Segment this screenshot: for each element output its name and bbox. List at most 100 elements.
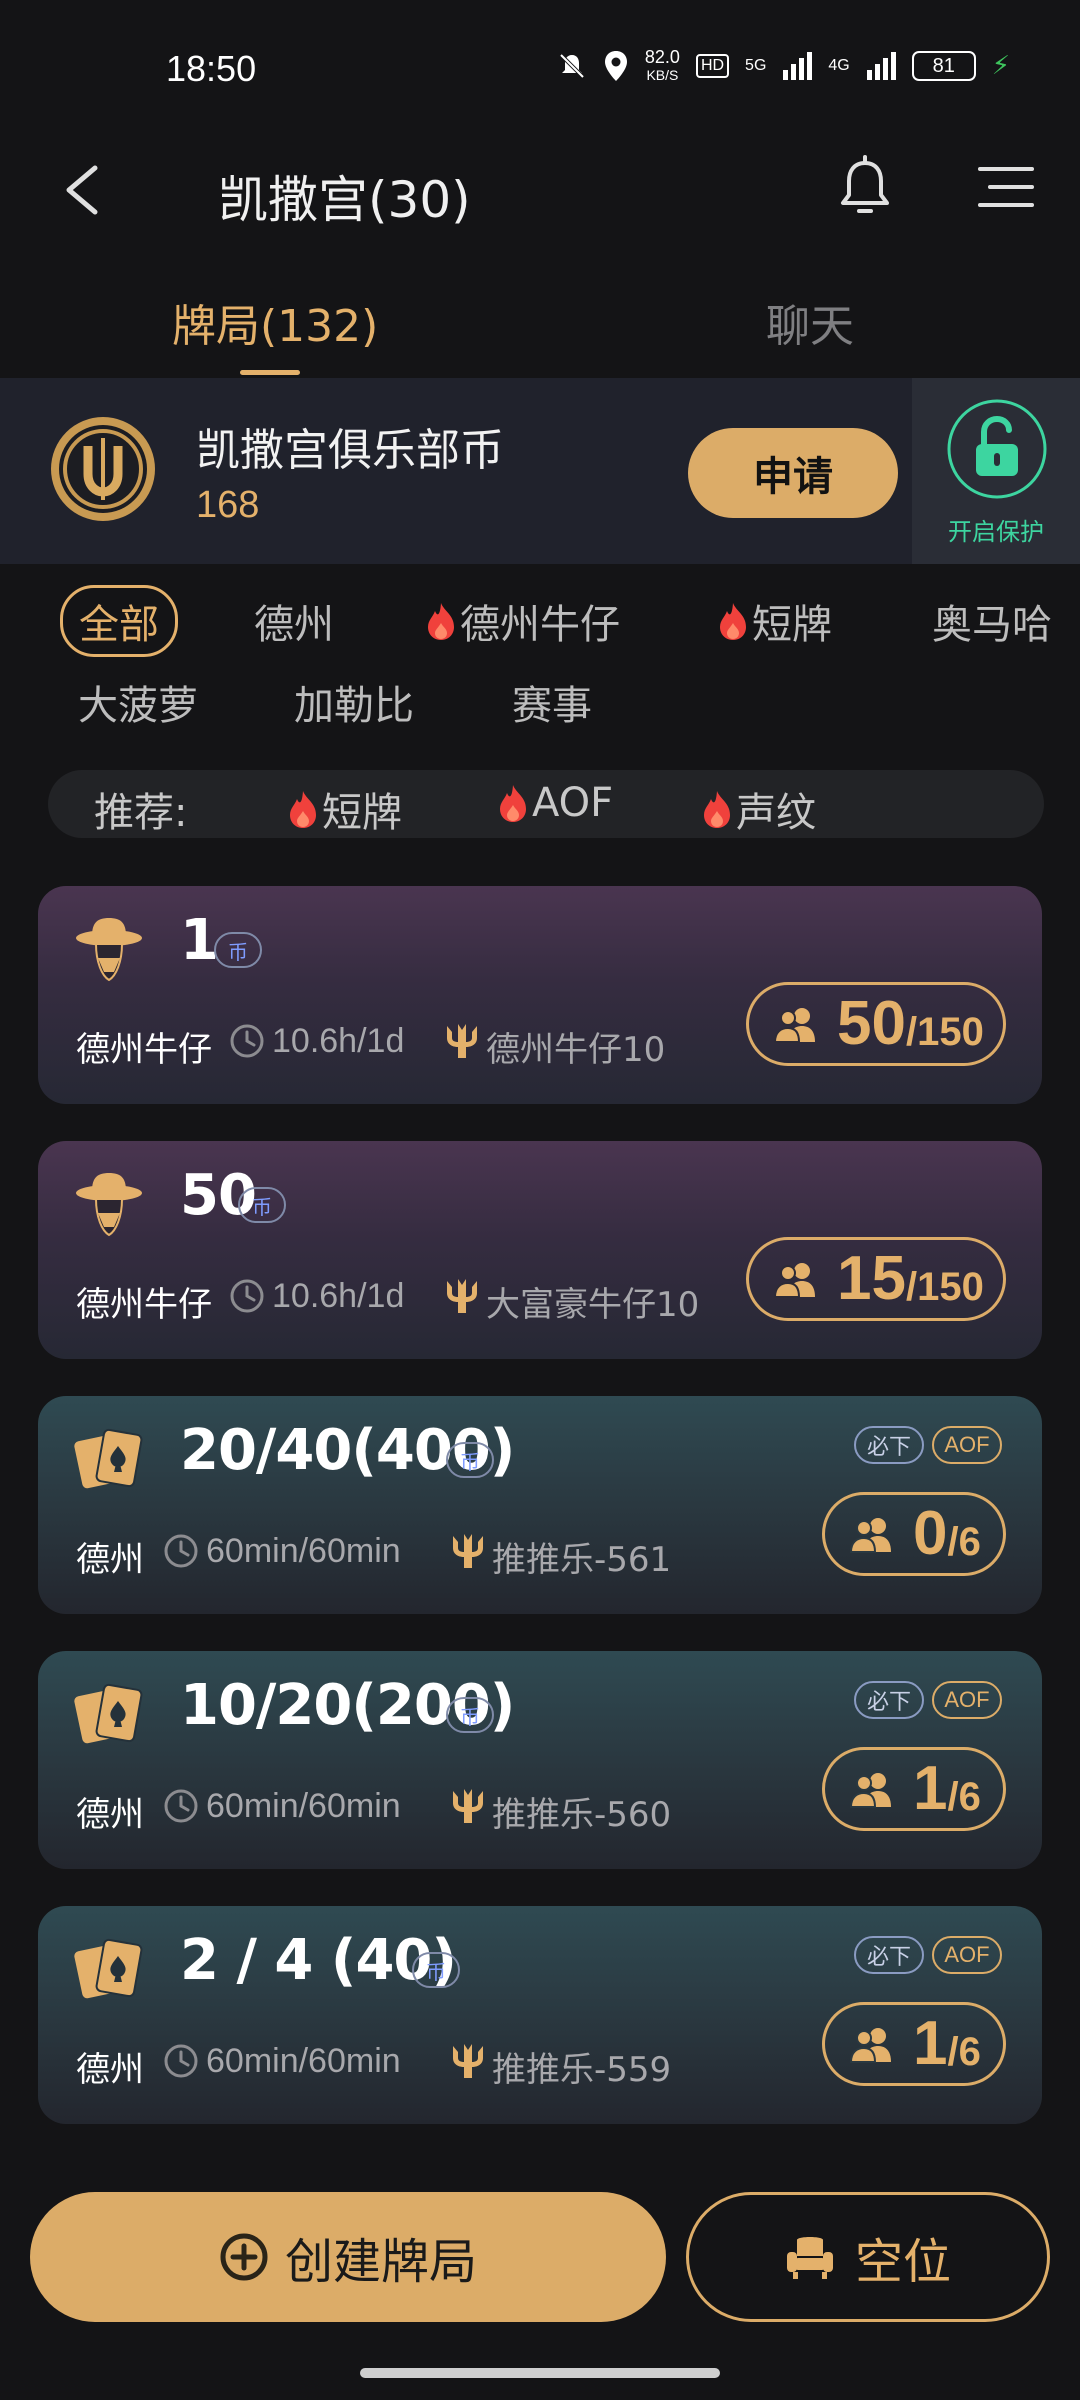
playing-cards-icon [74,1683,143,1744]
flame-icon [500,785,526,822]
flame-icon [428,603,454,640]
table-game-type: 德州 [76,1795,144,1835]
table-game-type: 德州 [76,1540,144,1580]
recommend-item[interactable]: 声纹 [700,780,816,838]
net-speed: 82.0 KB/S [645,48,680,84]
empty-seat-label: 空位 [854,2234,951,2290]
table-game-type: 德州牛仔 [76,1285,212,1325]
clock-icon [164,1534,198,1568]
filter-label: 大菠萝 [78,683,198,729]
mandatory-bet-badge: 必下 [854,1936,924,1974]
recommend-item[interactable]: 短牌 [286,780,402,838]
filter-all[interactable]: 全部 [60,585,178,657]
table-card[interactable]: 2 / 4 (40) 币 必下 AOF 德州 60min/60min 推推乐-5… [38,1906,1042,2124]
table-game-type: 德州 [76,2050,144,2090]
table-card[interactable]: 20/40(400) 币 必下 AOF 德州 60min/60min 推推乐-5… [38,1396,1042,1614]
network-5g: 5G [745,57,767,74]
player-count: 1 /6 [822,2002,1006,2086]
trident-icon [453,1789,483,1823]
tab-games[interactable]: 牌局(132) [172,290,378,354]
header: 凯撒宫(30) [0,130,1080,250]
player-count: 50 /150 [746,982,1006,1066]
players-seated: 15 [837,1244,906,1313]
table-duration: 10.6h/1d [272,1022,405,1060]
table-duration: 60min/60min [206,1532,401,1570]
clock-icon [164,2044,198,2078]
filter-label: 德州 [254,602,334,648]
page-title: 凯撒宫(30) [218,171,471,229]
recommend-item-label: 短牌 [322,790,402,836]
table-card[interactable]: 1 币 德州牛仔 10.6h/1d 德州牛仔10 50 /150 [38,886,1042,1104]
players-seated: 0 [913,1499,948,1568]
club-coin-bar: 凯撒宫俱乐部币 168 申请 开启保护 [0,378,1080,564]
create-game-button[interactable]: 创建牌局 [30,2192,666,2322]
net-speed-value: 82.0 [644,47,680,67]
net-speed-unit: KB/S [646,67,679,83]
clock-icon [230,1024,264,1058]
recommend-item[interactable]: AOF [496,780,613,826]
filter-omaha[interactable]: 奥马哈 [932,592,1052,650]
coin-tag: 币 [214,932,262,968]
filter-holdem[interactable]: 德州 [254,592,334,650]
club-coin-name: 凯撒宫俱乐部币 [196,425,504,476]
player-count: 1 /6 [822,1747,1006,1831]
players-max: /150 [905,1265,984,1309]
table-duration: 60min/60min [206,2042,401,2080]
menu-icon[interactable] [978,165,1034,209]
filter-holdem-cowboy[interactable]: 德州牛仔 [424,592,620,650]
playing-cards-icon [74,1428,143,1489]
status-time: 18:50 [166,48,257,89]
club-coin-amount: 168 [196,484,260,526]
players-seated: 50 [837,989,906,1058]
filter-caribbean[interactable]: 加勒比 [294,673,414,731]
bell-icon[interactable] [835,155,895,219]
player-count: 15 /150 [746,1237,1006,1321]
status-icons: 82.0 KB/S HD 5G 4G 81 ⚡ [557,48,1010,84]
club-coin-icon [51,417,155,521]
filter-label: 短牌 [752,602,832,648]
unlock-icon [947,399,1047,499]
table-blinds: 1 [180,908,219,973]
trident-icon [453,2044,483,2078]
home-indicator[interactable] [360,2368,720,2378]
filter-tournament[interactable]: 赛事 [512,673,592,731]
tab-chat[interactable]: 聊天 [766,290,854,354]
players-max: /150 [905,1010,984,1054]
table-card[interactable]: 10/20(200) 币 必下 AOF 德州 60min/60min 推推乐-5… [38,1651,1042,1869]
clock-icon [164,1789,198,1823]
tab-bar: 牌局(132) 聊天 [0,250,1080,378]
protect-toggle[interactable]: 开启保护 [912,378,1080,564]
table-duration: 10.6h/1d [272,1277,405,1315]
mandatory-bet-badge: 必下 [854,1426,924,1464]
table-duration: 60min/60min [206,1787,401,1825]
aof-badge: AOF [932,1936,1002,1974]
back-icon[interactable] [55,160,115,220]
recommend-item-label: 声纹 [736,790,816,836]
people-icon [849,1518,891,1553]
filter-short-deck[interactable]: 短牌 [716,592,832,650]
signal-icon [866,52,896,80]
table-owner: 推推乐-559 [492,2050,672,2090]
recommend-label: 推荐: [94,790,188,836]
coin-tag: 币 [238,1187,286,1223]
player-count: 0 /6 [822,1492,1006,1576]
players-seated: 1 [913,1754,948,1823]
protect-label: 开启保护 [948,518,1044,546]
filter-label: 德州牛仔 [460,602,620,648]
filter-label: 全部 [79,602,159,648]
mandatory-bet-badge: 必下 [854,1681,924,1719]
flame-icon [290,791,316,828]
filter-pineapple[interactable]: 大菠萝 [78,673,198,731]
battery-icon: 81 [911,51,976,81]
filter-label: 加勒比 [294,683,414,729]
trident-icon [447,1024,477,1058]
table-card[interactable]: 50 币 德州牛仔 10.6h/1d 大富豪牛仔10 15 /150 [38,1141,1042,1359]
apply-button[interactable]: 申请 [688,428,898,518]
trident-icon [453,1534,483,1568]
coin-tag: 币 [412,1952,460,1988]
flame-icon [704,791,730,828]
empty-seat-button[interactable]: 空位 [686,2192,1050,2322]
table-game-type: 德州牛仔 [76,1030,212,1070]
people-icon [849,1773,891,1808]
cowboy-icon [76,918,142,982]
